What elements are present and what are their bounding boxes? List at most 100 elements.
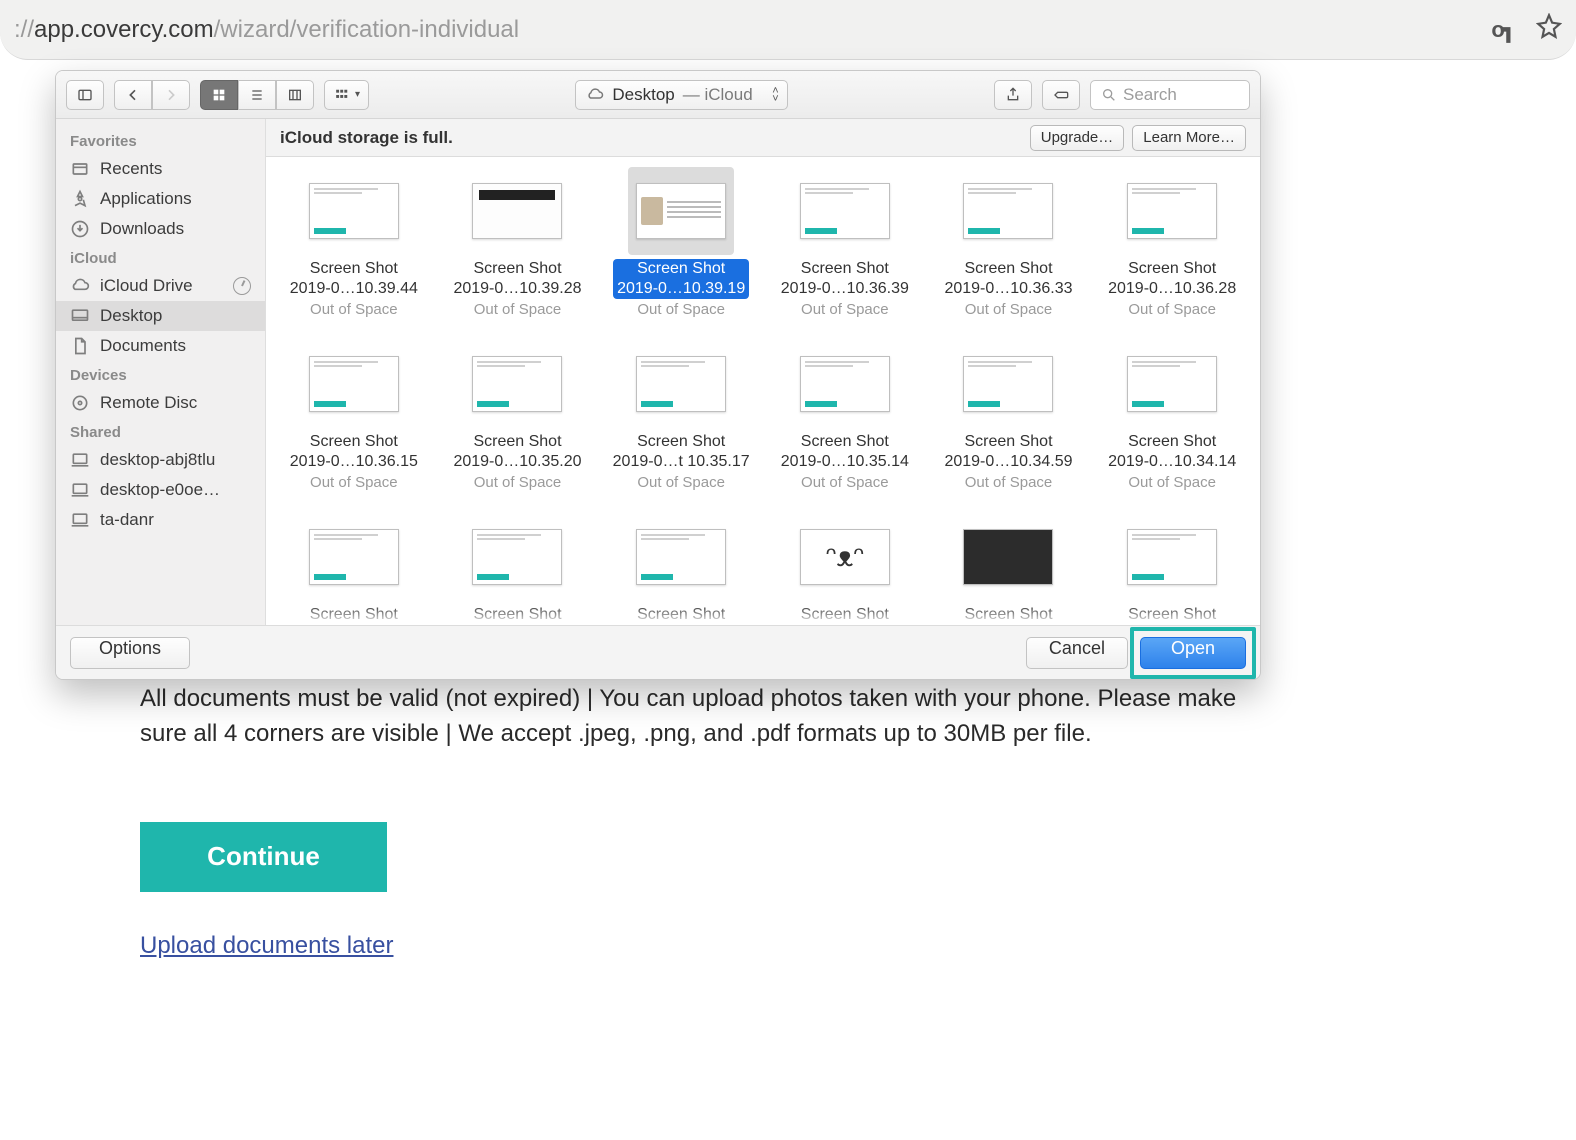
file-thumbnail	[1119, 167, 1225, 255]
file-status: Out of Space	[310, 474, 398, 491]
file-status: Out of Space	[310, 301, 398, 318]
sidebar-header: iCloud	[56, 244, 265, 271]
file-thumbnail	[792, 340, 898, 428]
file-thumbnail	[628, 513, 734, 601]
file-status: Out of Space	[1128, 301, 1216, 318]
file-name: Screen Shot2019-0…10.39.28	[453, 259, 581, 299]
pc-icon	[70, 480, 90, 500]
file-status: Out of Space	[637, 474, 725, 491]
desktop-icon	[70, 306, 90, 326]
file-thumbnail	[301, 340, 407, 428]
file-thumbnail	[955, 340, 1061, 428]
search-input[interactable]: Search	[1090, 80, 1250, 110]
view-list-button[interactable]	[238, 80, 276, 110]
sidebar-item-recents[interactable]: Recents	[56, 154, 265, 184]
scroll-fade	[266, 605, 1260, 625]
open-button[interactable]: Open	[1140, 637, 1246, 669]
file-item[interactable]: Screen Shot2019-0…t 10.35.17 Out of Spac…	[599, 340, 763, 491]
search-icon	[1101, 87, 1117, 103]
sidebar-header: Favorites	[56, 127, 265, 154]
key-icon[interactable]: o┓	[1491, 17, 1512, 43]
group-by-button[interactable]: ▾	[324, 80, 369, 110]
url-path: /wizard/verification-individual	[214, 16, 519, 44]
upload-later-link[interactable]: Upload documents later	[140, 932, 393, 960]
nav-back-button[interactable]	[114, 80, 152, 110]
sidebar-item-ta-danr[interactable]: ta-danr	[56, 505, 265, 535]
sidebar-item-icloud-drive[interactable]: iCloud Drive	[56, 271, 265, 301]
file-thumbnail	[628, 167, 734, 255]
sidebar-item-downloads[interactable]: Downloads	[56, 214, 265, 244]
sidebar-item-label: Documents	[100, 336, 186, 356]
sidebar-item-label: Applications	[100, 189, 192, 209]
file-item[interactable]: Screen Shot2019-0…10.35.20 Out of Space	[436, 340, 600, 491]
docs-icon	[70, 336, 90, 356]
chevron-updown-icon: ˄˅	[772, 87, 778, 103]
bookmark-star-icon[interactable]	[1536, 13, 1562, 46]
upgrade-button[interactable]: Upgrade…	[1030, 125, 1125, 151]
sidebar-item-applications[interactable]: Applications	[56, 184, 265, 214]
file-item[interactable]: Screen Shot2019-0…10.35.14 Out of Space	[763, 340, 927, 491]
downloads-icon	[70, 219, 90, 239]
browser-url-bar[interactable]: ://app.covercy.com/wizard/verification-i…	[0, 0, 1576, 60]
sidebar-toggle-button[interactable]	[66, 80, 104, 110]
file-status: Out of Space	[801, 474, 889, 491]
file-status: Out of Space	[965, 474, 1053, 491]
sidebar-item-desktop[interactable]: Desktop	[56, 301, 265, 331]
file-item[interactable]: Screen Shot2019-0…10.34.14 Out of Space	[1090, 340, 1254, 491]
view-icons-button[interactable]	[200, 80, 238, 110]
sidebar-item-label: Remote Disc	[100, 393, 197, 413]
file-grid: Screen Shot2019-0…10.39.44 Out of Space …	[266, 157, 1260, 625]
sidebar-item-label: Downloads	[100, 219, 184, 239]
file-item[interactable]: Screen Shot2019-0…10.36.33 Out of Space	[927, 167, 1091, 318]
sidebar-item-desktop-e0oe-[interactable]: desktop-e0oe…	[56, 475, 265, 505]
cloud-icon	[586, 86, 604, 104]
sidebar-item-remote-disc[interactable]: Remote Disc	[56, 388, 265, 418]
sidebar-item-label: iCloud Drive	[100, 276, 193, 296]
sidebar-item-label: Recents	[100, 159, 162, 179]
file-name: Screen Shot2019-0…t 10.35.17	[613, 432, 750, 472]
cancel-button[interactable]: Cancel	[1026, 637, 1128, 669]
location-dropdown[interactable]: Desktop — iCloud ˄˅	[575, 80, 787, 110]
sidebar-item-label: desktop-e0oe…	[100, 480, 220, 500]
file-thumbnail	[628, 340, 734, 428]
file-item[interactable]: Screen Shot2019-0…10.34.59 Out of Space	[927, 340, 1091, 491]
file-item[interactable]: Screen Shot2019-0…10.36.39 Out of Space	[763, 167, 927, 318]
url-domain: app.covercy.com	[34, 16, 214, 44]
sidebar-item-documents[interactable]: Documents	[56, 331, 265, 361]
file-item[interactable]: Screen Shot2019-0…10.36.15 Out of Space	[272, 340, 436, 491]
share-button[interactable]	[994, 80, 1032, 110]
file-thumbnail	[301, 513, 407, 601]
file-thumbnail	[464, 513, 570, 601]
file-name: Screen Shot2019-0…10.39.44	[290, 259, 418, 299]
pc-icon	[70, 450, 90, 470]
file-status: Out of Space	[801, 301, 889, 318]
file-status: Out of Space	[474, 301, 562, 318]
file-item[interactable]: Screen Shot2019-0…10.39.28 Out of Space	[436, 167, 600, 318]
learn-more-button[interactable]: Learn More…	[1132, 125, 1246, 151]
banner-message: iCloud storage is full.	[280, 128, 453, 148]
disc-icon	[70, 393, 90, 413]
pc-icon	[70, 510, 90, 530]
file-thumbnail	[301, 167, 407, 255]
file-item[interactable]: Screen Shot2019-0…10.39.44 Out of Space	[272, 167, 436, 318]
file-status: Out of Space	[965, 301, 1053, 318]
cloud-icon	[70, 276, 90, 296]
icloud-full-banner: iCloud storage is full. Upgrade… Learn M…	[266, 119, 1260, 157]
file-item[interactable]: Screen Shot2019-0…10.39.19 Out of Space	[599, 167, 763, 318]
dialog-toolbar: ▾ Desktop — iCloud ˄˅ Search	[56, 71, 1260, 119]
sidebar-item-desktop-abj8tlu[interactable]: desktop-abj8tlu	[56, 445, 265, 475]
file-open-dialog: ▾ Desktop — iCloud ˄˅ Search Favorites R…	[55, 70, 1261, 680]
view-columns-button[interactable]	[276, 80, 314, 110]
tags-button[interactable]	[1042, 80, 1080, 110]
file-name: Screen Shot2019-0…10.35.14	[781, 432, 909, 472]
location-subtitle: — iCloud	[683, 85, 753, 105]
nav-forward-button[interactable]	[152, 80, 190, 110]
file-thumbnail: ᵔᴥᵔ	[792, 513, 898, 601]
continue-button[interactable]: Continue	[140, 822, 387, 892]
file-status: Out of Space	[474, 474, 562, 491]
file-thumbnail	[955, 513, 1061, 601]
options-button[interactable]: Options	[70, 637, 190, 669]
file-item[interactable]: Screen Shot2019-0…10.36.28 Out of Space	[1090, 167, 1254, 318]
file-thumbnail	[464, 340, 570, 428]
file-name: Screen Shot2019-0…10.36.28	[1108, 259, 1236, 299]
